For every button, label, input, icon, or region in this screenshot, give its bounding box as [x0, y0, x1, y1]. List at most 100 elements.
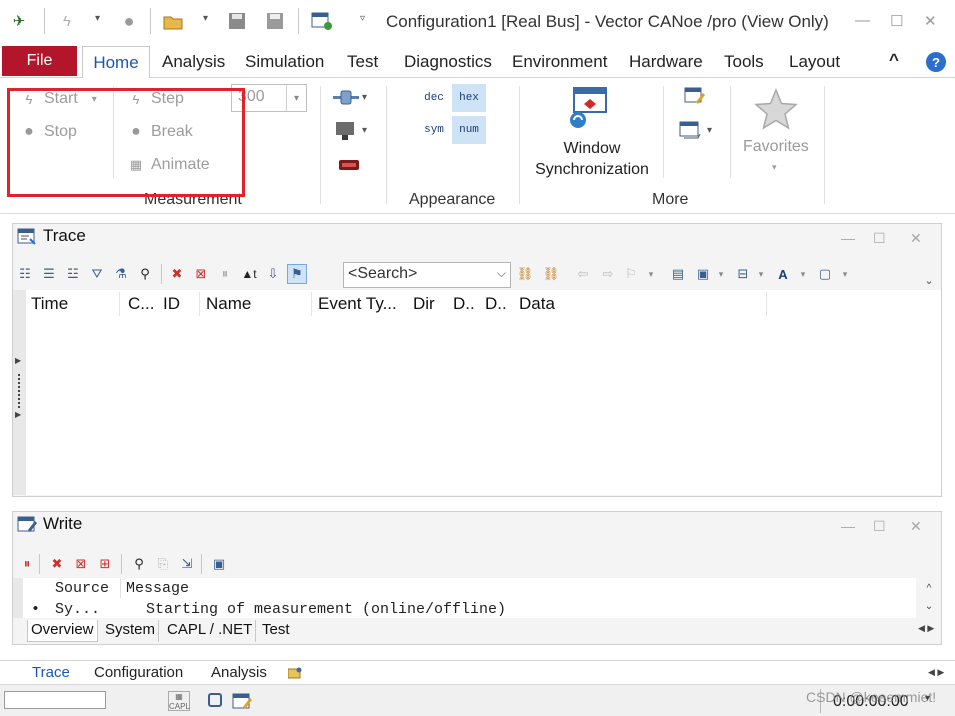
- window-sync-button[interactable]: Window Synchronization: [533, 138, 651, 180]
- desktop-tab-trace[interactable]: Trace: [32, 664, 70, 681]
- write-maximize-button[interactable]: ☐: [873, 518, 886, 535]
- chevron-down-icon[interactable]: ▾: [286, 85, 306, 111]
- write-tab-test[interactable]: Test: [259, 620, 293, 642]
- save-icon[interactable]: [226, 10, 248, 32]
- clear-icon[interactable]: ✖: [167, 264, 187, 284]
- write-message-list[interactable]: Source Message • Sy... Starting of measu…: [23, 578, 916, 618]
- write-close-button[interactable]: ✕: [910, 518, 922, 535]
- node-icon[interactable]: [334, 120, 356, 146]
- column-header-time[interactable]: Time: [31, 294, 68, 314]
- num-toggle[interactable]: num: [452, 116, 486, 144]
- scroll-icon[interactable]: ⇩: [263, 264, 283, 284]
- new-desktop-icon[interactable]: [287, 666, 302, 683]
- tab-hardware[interactable]: Hardware: [629, 52, 703, 72]
- record-icon[interactable]: ●: [118, 10, 140, 32]
- clear-page-icon[interactable]: ⊠: [71, 554, 91, 574]
- expand-arrow-icon[interactable]: ▶: [15, 410, 21, 419]
- trace-close-button[interactable]: ✕: [910, 230, 922, 247]
- tab-test[interactable]: Test: [347, 52, 378, 72]
- find-next-icon[interactable]: ⛓: [541, 264, 561, 284]
- chevron-down-icon[interactable]: ▾: [772, 162, 777, 173]
- tree-view-icon[interactable]: ☳: [63, 264, 83, 284]
- chevron-down-icon[interactable]: ▾: [362, 92, 367, 103]
- write-splitter[interactable]: [13, 578, 23, 618]
- minimize-button[interactable]: —: [855, 12, 870, 29]
- column-header-id[interactable]: ID: [163, 294, 180, 314]
- split-view-icon[interactable]: ⊟: [733, 264, 753, 284]
- column-header-dlc[interactable]: D..: [453, 294, 475, 314]
- config-icon[interactable]: [311, 10, 333, 32]
- write-tab-system[interactable]: System: [102, 620, 160, 642]
- chevron-down-icon[interactable]: ▾: [793, 264, 813, 284]
- save-all-icon[interactable]: [264, 10, 286, 32]
- column-header-channel[interactable]: C...: [128, 294, 154, 314]
- marker-icon[interactable]: ⚐: [621, 264, 641, 284]
- tab-analysis[interactable]: Analysis: [162, 52, 225, 72]
- chrono-view-icon[interactable]: ☰: [39, 264, 59, 284]
- toolbar-overflow-icon[interactable]: ⌄: [919, 270, 939, 290]
- filter-icon[interactable]: ⛛: [87, 264, 107, 284]
- favorites-button[interactable]: Favorites: [743, 138, 809, 156]
- tab-scroll-arrows-icon[interactable]: ◀ ▶: [918, 623, 934, 634]
- tab-diagnostics[interactable]: Diagnostics: [404, 52, 492, 72]
- chevron-down-icon[interactable]: ▾: [751, 264, 771, 284]
- column-header-data[interactable]: Data: [519, 294, 555, 314]
- write-header-message[interactable]: Message: [126, 580, 189, 597]
- write-row[interactable]: • Sy... Starting of measurement (online/…: [23, 600, 916, 618]
- tab-layout[interactable]: Layout: [789, 52, 840, 72]
- find-icon[interactable]: ⚲: [135, 264, 155, 284]
- close-button[interactable]: ✕: [924, 12, 937, 30]
- hex-toggle[interactable]: hex: [452, 84, 486, 112]
- splitter-grip[interactable]: [18, 374, 20, 408]
- tab-file[interactable]: File: [2, 46, 77, 76]
- chevron-down-icon[interactable]: ⌵: [497, 266, 506, 281]
- trace-maximize-button[interactable]: ☐: [873, 230, 886, 247]
- font-size-icon[interactable]: A: [773, 264, 793, 284]
- chevron-down-icon[interactable]: ▾: [203, 13, 208, 24]
- window-icon[interactable]: ▣: [693, 264, 713, 284]
- chevron-down-icon[interactable]: ▾: [362, 125, 367, 136]
- clear-filter-icon[interactable]: ⊠: [191, 264, 211, 284]
- chevron-down-icon[interactable]: ▾: [95, 13, 100, 24]
- stop-indicator-icon[interactable]: [208, 693, 222, 707]
- column-config-icon[interactable]: ⚑: [287, 264, 307, 284]
- collapse-ribbon-icon[interactable]: ^: [889, 50, 899, 70]
- chevron-down-icon[interactable]: ▾: [711, 264, 731, 284]
- maximize-button[interactable]: ☐: [890, 12, 903, 30]
- capl-icon[interactable]: ▦ CAPL: [168, 691, 190, 711]
- column-header-data-length[interactable]: D..: [485, 294, 507, 314]
- edit-config-icon[interactable]: [684, 86, 706, 110]
- tab-environment[interactable]: Environment: [512, 52, 607, 72]
- write-header-source[interactable]: Source: [55, 580, 109, 597]
- config-icon[interactable]: ▣: [209, 554, 229, 574]
- trace-search-field[interactable]: <Search> ⌵: [343, 262, 511, 288]
- chevron-down-icon[interactable]: ▾: [707, 125, 712, 136]
- chevron-down-icon[interactable]: ▾: [925, 693, 930, 704]
- expand-arrow-icon[interactable]: ▶: [15, 356, 21, 365]
- column-header-event-type[interactable]: Event Ty...: [318, 294, 397, 314]
- navigate-back-icon[interactable]: ⇦: [573, 264, 593, 284]
- dec-toggle[interactable]: dec: [417, 84, 451, 112]
- sym-toggle[interactable]: sym: [417, 116, 451, 144]
- window-layout-icon[interactable]: [678, 120, 704, 146]
- export-icon[interactable]: ⇲: [177, 554, 197, 574]
- navigate-forward-icon[interactable]: ⇨: [598, 264, 618, 284]
- write-tab-overview[interactable]: Overview: [27, 620, 98, 642]
- clear-all-icon[interactable]: ⊞: [95, 554, 115, 574]
- help-icon[interactable]: ?: [926, 52, 946, 72]
- chevron-down-icon[interactable]: ▾: [641, 264, 661, 284]
- lightning-icon[interactable]: ϟ: [56, 10, 78, 32]
- column-header-dir[interactable]: Dir: [413, 294, 435, 314]
- write-tab-capl-net[interactable]: CAPL / .NET: [164, 620, 257, 642]
- write-scrollbar[interactable]: ^ ⌄: [917, 580, 941, 618]
- tab-tools[interactable]: Tools: [724, 52, 764, 72]
- tab-home[interactable]: Home: [82, 46, 150, 79]
- clear-icon[interactable]: ✖: [47, 554, 67, 574]
- chevron-down-icon[interactable]: ▾: [835, 264, 855, 284]
- find-previous-icon[interactable]: ⛓: [515, 264, 535, 284]
- detail-view-icon[interactable]: ☷: [15, 264, 35, 284]
- network-icon[interactable]: [333, 90, 359, 110]
- layout-icon[interactable]: ▤: [668, 264, 688, 284]
- desktop-tab-analysis[interactable]: Analysis: [211, 664, 267, 681]
- pause-icon[interactable]: ⏸: [215, 264, 235, 284]
